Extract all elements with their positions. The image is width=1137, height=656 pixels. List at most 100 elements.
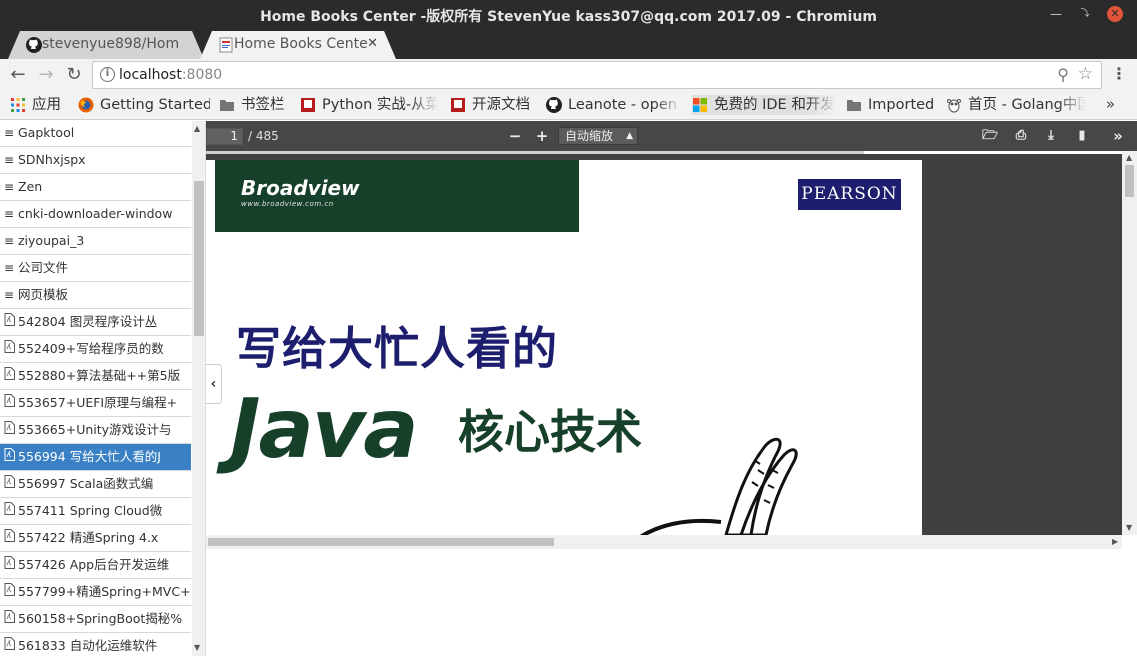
bookmark-icon[interactable]: ▮ bbox=[1071, 125, 1093, 147]
page-total: / 485 bbox=[248, 129, 279, 143]
file-list-item-label: 542804 图灵程序设计丛 bbox=[18, 314, 158, 329]
title-bar: Home Books Center -版权所有 StevenYue kass30… bbox=[0, 0, 1137, 29]
pdf-viewer[interactable]: Broadview www.broadview.com.cn PEARSON 写… bbox=[206, 154, 1137, 535]
file-list-item[interactable]: 552409+写给程序员的数 bbox=[0, 336, 191, 363]
file-list-item[interactable]: 556994 写给大忙人看的J bbox=[0, 444, 191, 471]
bookmark-open-docs[interactable]: 开源文档 bbox=[450, 95, 536, 115]
bookmarks-bar: 应用 Getting Started 书签栏 Python 实战-从菜 开源文档… bbox=[0, 91, 1137, 120]
bookmark-folder-imported[interactable]: Imported bbox=[846, 95, 938, 115]
sidebar-scroll-thumb[interactable] bbox=[194, 181, 204, 336]
pdf-file-icon bbox=[4, 363, 18, 389]
close-tab-icon[interactable]: ✕ bbox=[367, 31, 378, 57]
more-bookmarks-chevron-icon[interactable]: » bbox=[1106, 95, 1115, 113]
pdf-file-icon bbox=[4, 525, 18, 551]
close-window-icon[interactable]: ✕ bbox=[1107, 6, 1123, 22]
file-list-item[interactable]: 557426 App后台开发运维 bbox=[0, 552, 191, 579]
pdf-horizontal-scroll-thumb[interactable] bbox=[208, 538, 554, 546]
file-list-item[interactable]: 553657+UEFI原理与编程+ bbox=[0, 390, 191, 417]
scroll-down-arrow-icon[interactable]: ▼ bbox=[1126, 523, 1132, 532]
file-list-item[interactable]: 542804 图灵程序设计丛 bbox=[0, 309, 191, 336]
zoom-icon[interactable]: ⚲ bbox=[1057, 65, 1069, 84]
file-list-item[interactable]: 557411 Spring Cloud微 bbox=[0, 498, 191, 525]
pdf-file-icon bbox=[4, 606, 18, 632]
bookmark-star-icon[interactable]: ☆ bbox=[1078, 64, 1093, 84]
gopher-icon bbox=[947, 99, 961, 113]
info-icon[interactable]: i bbox=[100, 67, 115, 82]
file-list-item[interactable]: ≡ ziyoupai_3 bbox=[0, 228, 191, 255]
bookmark-free-ide[interactable]: 免费的 IDE 和开发 bbox=[692, 95, 836, 115]
bookmark-apps[interactable]: 应用 bbox=[10, 95, 68, 115]
file-list-item[interactable]: ≡ 网页模板 bbox=[0, 282, 191, 309]
list-folder-icon: ≡ bbox=[4, 234, 15, 248]
pdf-file-icon bbox=[4, 633, 18, 656]
bookmark-golang[interactable]: 首页 - Golang中国 bbox=[946, 95, 1086, 115]
tab-label: Home Books Cente bbox=[234, 36, 368, 52]
pdf-toolbar: 1 / 485 − + 自动缩放 ▲ 🗁 ⎙ ⤓ ▮ » bbox=[206, 121, 1137, 151]
bookmark-getting-started[interactable]: Getting Started bbox=[78, 95, 210, 115]
tab-strip: stevenyue898/Hom Home Books Cente ✕ bbox=[0, 29, 1137, 59]
sidebar-scrollbar[interactable]: ▲ ▼ bbox=[192, 121, 205, 656]
address-bar[interactable]: i localhost:8080 ⚲ ☆ bbox=[92, 61, 1102, 89]
file-list-sidebar: ≡ Gapktool ≡ SDNhxjspx ≡ Zen ≡ cnki-downloader-… bbox=[0, 121, 206, 656]
file-list-item[interactable]: 553665+Unity游戏设计与 bbox=[0, 417, 191, 444]
github-icon bbox=[26, 37, 42, 53]
menu-dots-icon[interactable]: ⋮ bbox=[1111, 64, 1127, 83]
reload-icon[interactable]: ↻ bbox=[62, 63, 86, 87]
file-list-item-label: 公司文件 bbox=[18, 260, 69, 275]
red-square-icon bbox=[451, 98, 465, 112]
github-icon bbox=[546, 97, 562, 113]
print-icon[interactable]: ⎙ bbox=[1010, 125, 1032, 147]
page-number-input[interactable]: 1 bbox=[206, 128, 243, 145]
file-list-item[interactable]: 561833 自动化运维软件 bbox=[0, 633, 191, 656]
red-square-icon bbox=[301, 98, 315, 112]
bookmark-label: Imported bbox=[868, 97, 935, 113]
list-folder-icon: ≡ bbox=[4, 126, 15, 140]
pdf-file-icon bbox=[4, 417, 18, 443]
tab-github[interactable]: stevenyue898/Hom bbox=[8, 31, 204, 59]
pdf-vertical-scrollbar[interactable]: ▲ ▼ bbox=[1122, 151, 1137, 535]
tab-home-books-center[interactable]: Home Books Cente ✕ bbox=[200, 31, 396, 59]
file-list-item[interactable]: 557799+精通Spring+MVC+ bbox=[0, 579, 191, 606]
download-icon[interactable]: ⤓ bbox=[1040, 125, 1062, 147]
pdf-document-icon bbox=[219, 37, 233, 53]
file-list-item[interactable]: ≡ cnki-downloader-window bbox=[0, 201, 191, 228]
file-list-item[interactable]: 557422 精通Spring 4.x bbox=[0, 525, 191, 552]
back-arrow-icon[interactable]: ← bbox=[6, 63, 30, 87]
file-list-item-label: cnki-downloader-window bbox=[18, 206, 173, 221]
tools-chevron-icon[interactable]: » bbox=[1107, 125, 1129, 147]
pdf-vertical-scroll-thumb[interactable] bbox=[1125, 165, 1134, 197]
url-text[interactable]: localhost:8080 bbox=[119, 67, 222, 83]
zoom-out-icon[interactable]: − bbox=[504, 125, 526, 147]
scroll-up-arrow-icon[interactable]: ▲ bbox=[194, 124, 200, 133]
file-list-item-label: 556994 写给大忙人看的J bbox=[18, 449, 161, 464]
pdf-file-icon bbox=[4, 552, 18, 578]
file-list-item[interactable]: ≡ Zen bbox=[0, 174, 191, 201]
open-file-icon[interactable]: 🗁 bbox=[979, 125, 1001, 147]
forward-arrow-icon[interactable]: → bbox=[34, 63, 58, 87]
file-list-item[interactable]: 552880+算法基础++第5版 bbox=[0, 363, 191, 390]
apps-grid-icon bbox=[11, 98, 25, 112]
minimize-icon[interactable]: — bbox=[1048, 6, 1064, 22]
bookmark-label: 开源文档 bbox=[472, 97, 530, 113]
pdf-file-icon bbox=[4, 390, 18, 416]
pearson-logo: PEARSON bbox=[798, 179, 901, 210]
scroll-down-arrow-icon[interactable]: ▼ bbox=[194, 643, 200, 652]
bookmark-folder-bookmarks-bar[interactable]: 书签栏 bbox=[219, 95, 291, 115]
scroll-right-arrow-icon[interactable]: ▶ bbox=[1112, 537, 1118, 546]
window-title: Home Books Center -版权所有 StevenYue kass30… bbox=[260, 9, 877, 25]
file-list-item[interactable]: 560158+SpringBoot揭秘% bbox=[0, 606, 191, 633]
tab-label: stevenyue898/Hom bbox=[42, 36, 180, 52]
file-list-item[interactable]: 556997 Scala函数式编 bbox=[0, 471, 191, 498]
restore-icon[interactable]: ⤵ bbox=[1077, 6, 1093, 22]
file-list-item[interactable]: ≡ SDNhxjspx bbox=[0, 147, 191, 174]
pdf-horizontal-scrollbar[interactable]: ▶ bbox=[206, 535, 1122, 549]
file-list-item[interactable]: ≡ 公司文件 bbox=[0, 255, 191, 282]
bookmark-leanote[interactable]: Leanote - open s bbox=[546, 95, 682, 115]
list-folder-icon: ≡ bbox=[4, 207, 15, 221]
scroll-up-arrow-icon[interactable]: ▲ bbox=[1126, 153, 1132, 162]
bookmark-python[interactable]: Python 实战-从菜 bbox=[300, 95, 438, 115]
zoom-select[interactable]: 自动缩放 ▲ bbox=[558, 127, 638, 145]
zoom-in-icon[interactable]: + bbox=[531, 125, 553, 147]
collapse-sidebar-chevron-icon[interactable]: ‹ bbox=[206, 364, 222, 404]
file-list-item[interactable]: ≡ Gapktool bbox=[0, 121, 191, 147]
